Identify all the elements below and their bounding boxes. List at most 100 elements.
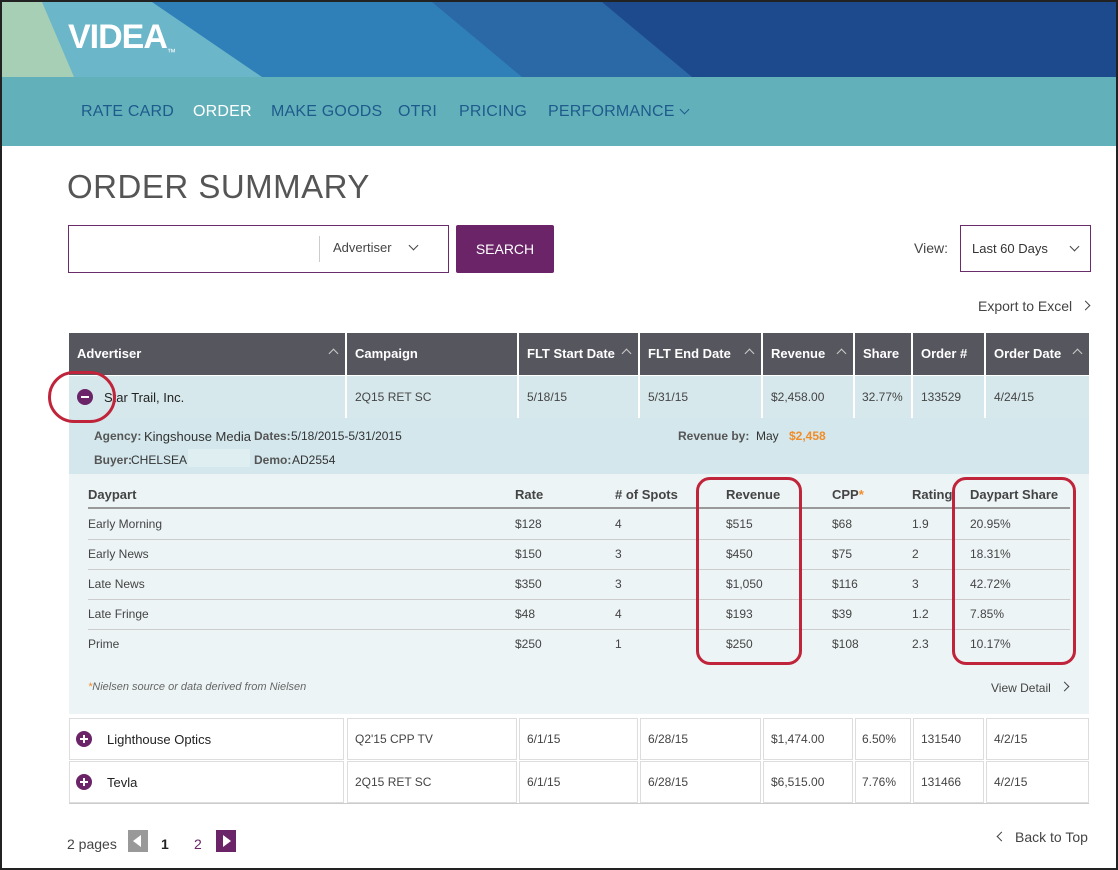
daypart-rate: $150 [515,547,542,561]
chevron-right-icon [223,835,231,847]
daypart-rating: 2.3 [912,637,929,651]
dp-col-daypart: Daypart [88,487,137,502]
divider [853,376,855,418]
sort-icon [1072,348,1083,359]
nielsen-footnote: *Nielsen source or data derived from Nie… [88,681,306,693]
cell-revenue: $2,458.00 [771,390,825,404]
daypart-rating: 1.9 [912,517,929,531]
cell-order_date: 4/2/15 [994,775,1028,789]
dp-col-cpp-label: CPP [832,487,859,502]
daypart-spots: 4 [615,517,622,531]
daypart-spots: 4 [615,607,622,621]
cell-order: 131540 [921,732,962,746]
daypart-row-divider [88,539,1070,540]
nav-otri[interactable]: OTRI [398,103,437,121]
cell-end: 6/28/15 [648,732,689,746]
export-to-excel-link[interactable]: Export to Excel [978,298,1091,314]
col-header-flt-end[interactable]: FLT End Date [640,333,761,375]
col-header-flt-start[interactable]: FLT Start Date [519,333,638,375]
agency-label: Agency: [94,429,142,443]
expand-icon[interactable] [76,774,92,790]
search-filter-dropdown[interactable]: Advertiser [333,240,418,255]
daypart-rate: $250 [515,637,542,651]
nav-order[interactable]: ORDER [193,103,252,121]
cell-revenue: $1,474.00 [771,732,825,746]
col-label: Share [863,346,900,361]
buyer-value: CHELSEA [131,453,188,467]
col-header-revenue[interactable]: Revenue [763,333,853,375]
col-header-campaign[interactable]: Campaign [347,333,517,375]
nav-rate-card[interactable]: RATE CARD [81,103,174,121]
prev-page-button[interactable] [128,830,148,852]
col-label: Advertiser [77,346,142,361]
agency-value: Kingshouse Media [144,429,251,444]
sort-icon [744,348,755,359]
daypart-rate: $48 [515,607,536,621]
dp-col-rate: Rate [515,487,544,502]
chevron-right-icon [1080,300,1091,311]
daypart-panel [69,474,1089,714]
chevron-down-icon [408,240,418,251]
daypart-rate: $350 [515,577,542,591]
back-to-top-link[interactable]: Back to Top [996,829,1088,845]
search-divider [319,236,320,262]
col-header-share[interactable]: Share [855,333,911,375]
daypart-rating: 3 [912,577,919,591]
search-input[interactable] [75,232,315,266]
daypart-cpp: $108 [832,637,859,651]
nav-make-goods[interactable]: MAKE GOODS [271,103,382,121]
page-2-link[interactable]: 2 [194,836,202,852]
page-title: ORDER SUMMARY [67,168,370,205]
cpp-asterisk: * [858,487,864,502]
nav-performance[interactable]: PERFORMANCE [548,103,690,121]
cell-advertiser: Star Trail, Inc. [104,390,185,405]
cell-campaign: 2Q15 RET SC [355,775,432,789]
daypart-name: Late Fringe [88,607,149,621]
revenue-month: May [756,429,779,443]
dates-label: Dates: [254,429,291,443]
revenue-total: $2,458 [789,429,826,443]
view-detail-link[interactable]: View Detail [991,681,1070,695]
nav-performance-label: PERFORMANCE [548,103,675,120]
daypart-rate: $128 [515,517,542,531]
cell-start: 6/1/15 [527,732,561,746]
daypart-name: Early News [88,547,149,561]
search-box: Advertiser [68,225,449,273]
page-1-link[interactable]: 1 [161,836,169,852]
dp-header-rule [88,507,1070,509]
sort-icon [328,348,339,359]
expand-icon[interactable] [76,731,92,747]
chevron-down-icon [1069,241,1080,252]
view-label: View: [914,240,948,256]
logo-text: VIDEA [68,18,168,56]
demo-value: AD2554 [292,453,336,467]
view-select-value: Last 60 Days [972,241,1048,256]
footnote-text: Nielsen source or data derived from Niel… [92,681,307,693]
cell-advertiser: Lighthouse Optics [107,732,212,747]
chevron-left-icon [996,831,1007,842]
col-header-advertiser[interactable]: Advertiser [69,333,345,375]
col-header-order-date[interactable]: Order Date [986,333,1089,375]
view-select[interactable]: Last 60 Days [960,225,1091,272]
col-label: FLT End Date [648,346,731,361]
highlight-revenue-annotation [696,477,802,665]
next-page-button[interactable] [216,830,236,852]
cell-share: 6.50% [862,732,897,746]
cell-order-num: 133529 [921,390,962,404]
dates-value: 5/18/2015-5/31/2015 [291,429,402,443]
logo-tm: ™ [166,47,176,57]
divider [761,376,763,418]
col-header-order-num[interactable]: Order # [913,333,984,375]
videa-logo[interactable]: VIDEA™ [68,18,176,57]
back-to-top-label: Back to Top [1015,829,1088,845]
col-label: Order Date [994,346,1062,361]
daypart-cpp: $39 [832,607,853,621]
demo-label: Demo: [254,453,292,467]
daypart-cpp: $68 [832,517,853,531]
search-button[interactable]: SEARCH [456,225,554,273]
daypart-name: Prime [88,637,120,651]
cell-advertiser: Tevla [107,775,138,790]
chevron-left-icon [133,835,141,847]
nav-pricing[interactable]: PRICING [459,103,527,121]
sort-icon [621,348,632,359]
